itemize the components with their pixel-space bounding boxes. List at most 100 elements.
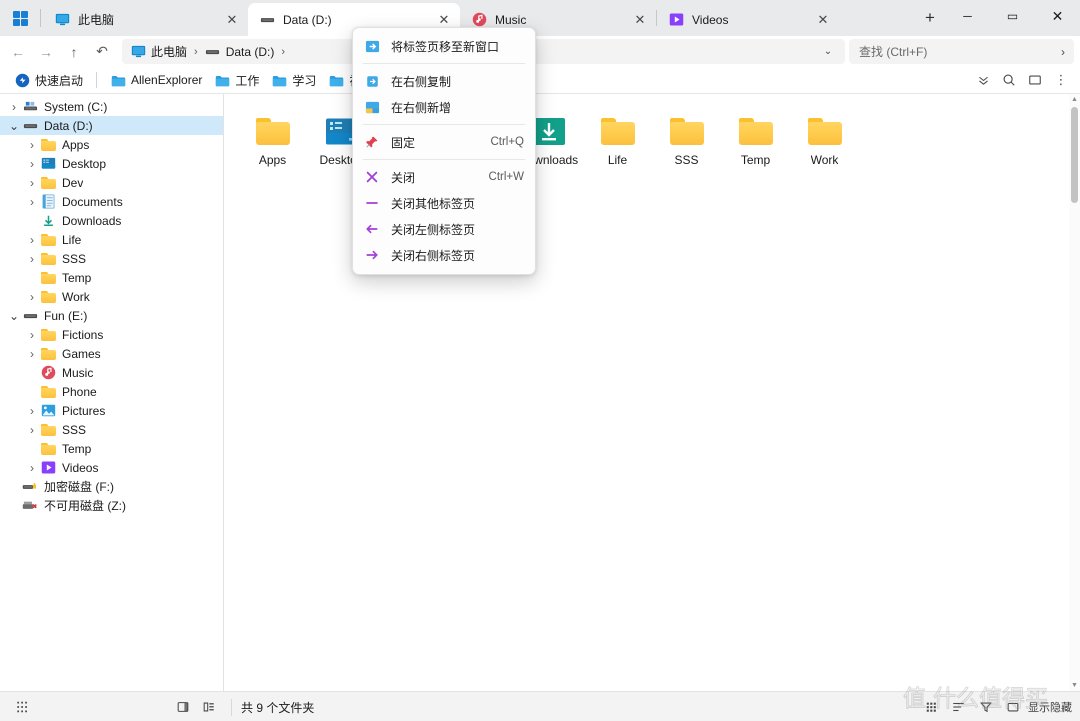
chevron-down-icon[interactable]: ⌄: [815, 40, 841, 64]
sidebar-item-music[interactable]: Music: [0, 363, 223, 382]
sidebar-item-label: Temp: [62, 441, 92, 456]
file-item[interactable]: Temp: [721, 102, 790, 176]
sidebar-item-life[interactable]: › Life: [0, 230, 223, 249]
tab-close-icon[interactable]: ✕: [220, 8, 244, 32]
close-left-icon: [364, 221, 380, 237]
sidebar-item-temp[interactable]: Temp: [0, 439, 223, 458]
search-input[interactable]: 查找 (Ctrl+F) ›: [849, 39, 1074, 64]
sidebar-item-sss[interactable]: › SSS: [0, 420, 223, 439]
refresh-button[interactable]: ↶: [88, 39, 116, 65]
tab-close-icon[interactable]: ✕: [811, 8, 835, 32]
chevron-right-icon[interactable]: ›: [24, 347, 40, 361]
breadcrumb-item[interactable]: Data (D:): [205, 44, 274, 60]
sidebar-item-downloads[interactable]: Downloads: [0, 211, 223, 230]
sidebar-item-documents[interactable]: › Documents: [0, 192, 223, 211]
new-tab-button[interactable]: +: [915, 3, 945, 33]
context-menu-item[interactable]: 固定 Ctrl+Q: [353, 129, 535, 155]
breadcrumb-item[interactable]: 此电脑: [130, 43, 187, 60]
context-menu-item[interactable]: 关闭 Ctrl+W: [353, 164, 535, 190]
quick-launch-button[interactable]: 快速启动: [8, 69, 89, 91]
file-item[interactable]: Life: [583, 102, 652, 176]
filter-icon[interactable]: [972, 696, 999, 718]
favorite-item[interactable]: AllenExplorer: [104, 69, 208, 91]
file-item[interactable]: Work: [790, 102, 859, 176]
layout-icon[interactable]: [999, 696, 1026, 718]
list-view-icon[interactable]: [945, 696, 972, 718]
overflow-chevron-icon[interactable]: [970, 68, 996, 92]
maximize-button[interactable]: ▭: [990, 0, 1035, 32]
sidebar-item-datad[interactable]: ⌄ Data (D:): [0, 116, 223, 135]
context-menu-item[interactable]: 关闭左侧标签页: [353, 216, 535, 242]
chevron-right-icon[interactable]: ›: [24, 290, 40, 304]
back-button[interactable]: ←: [4, 39, 32, 65]
sidebar-item-systemc[interactable]: › System (C:): [0, 97, 223, 116]
context-menu-item[interactable]: 在右侧新增: [353, 94, 535, 120]
sidebar-item-fune[interactable]: ⌄ Fun (E:): [0, 306, 223, 325]
chevron-right-icon[interactable]: ›: [24, 195, 40, 209]
sidebar-item-加密磁盘f[interactable]: 加密磁盘 (F:): [0, 477, 223, 496]
show-hide-label[interactable]: 显示隐藏: [1028, 699, 1072, 715]
chevron-right-icon[interactable]: ›: [24, 138, 40, 152]
scrollbar-thumb[interactable]: [1071, 107, 1078, 203]
compact-view-icon[interactable]: [10, 696, 36, 718]
preview-pane-icon[interactable]: [1022, 68, 1048, 92]
sidebar-item-phone[interactable]: Phone: [0, 382, 223, 401]
sidebar-item-pictures[interactable]: › Pictures: [0, 401, 223, 420]
chevron-right-icon[interactable]: ›: [24, 423, 40, 437]
sidebar-item-games[interactable]: › Games: [0, 344, 223, 363]
chevron-right-icon[interactable]: ›: [6, 100, 22, 114]
close-window-button[interactable]: ✕: [1035, 0, 1080, 32]
chevron-down-icon[interactable]: ⌄: [6, 310, 22, 322]
sidebar-item-videos[interactable]: › Videos: [0, 458, 223, 477]
more-options-icon[interactable]: ⋮: [1048, 68, 1074, 92]
context-menu-item[interactable]: 在右侧复制: [353, 68, 535, 94]
app-menu-button[interactable]: [0, 0, 40, 36]
sidebar-item-fictions[interactable]: › Fictions: [0, 325, 223, 344]
chevron-right-icon[interactable]: ›: [24, 157, 40, 171]
sidebar-item-work[interactable]: › Work: [0, 287, 223, 306]
sidebar-item-dev[interactable]: › Dev: [0, 173, 223, 192]
file-name: Life: [607, 153, 628, 167]
preview-pane-icon[interactable]: [196, 696, 222, 718]
context-menu-item[interactable]: 关闭右侧标签页: [353, 242, 535, 268]
chevron-right-icon[interactable]: ›: [24, 328, 40, 342]
forward-button[interactable]: →: [32, 39, 60, 65]
sidebar-item-icon: [40, 403, 56, 419]
favorite-item[interactable]: 学习: [265, 69, 322, 91]
sidebar-item-desktop[interactable]: › Desktop: [0, 154, 223, 173]
chevron-right-icon[interactable]: ›: [24, 404, 40, 418]
chevron-right-icon[interactable]: ›: [24, 176, 40, 190]
sidebar-item-不可用磁盘z[interactable]: 不可用磁盘 (Z:): [0, 496, 223, 515]
tab-close-icon[interactable]: ✕: [628, 8, 652, 32]
context-menu-item[interactable]: 关闭其他标签页: [353, 190, 535, 216]
sidebar-item-label: System (C:): [44, 99, 108, 114]
scroll-down-icon[interactable]: ▼: [1069, 680, 1080, 691]
tab-videos[interactable]: Videos ✕: [657, 3, 839, 36]
breadcrumb-items: 此电脑 › Data (D:) ›: [130, 43, 292, 60]
file-item[interactable]: Apps: [238, 102, 307, 176]
context-menu-item[interactable]: 将标签页移至新窗口: [353, 33, 535, 59]
file-item[interactable]: SSS: [652, 102, 721, 176]
tab-context-menu[interactable]: 将标签页移至新窗口 在右侧复制 在右侧新增固定 Ctrl+Q 关闭 Ctrl+W 关闭其他标…: [352, 27, 536, 275]
tab-此电脑[interactable]: 此电脑 ✕: [43, 3, 248, 36]
minimize-button[interactable]: ─: [945, 0, 990, 32]
chevron-right-icon[interactable]: ›: [24, 461, 40, 475]
vertical-scrollbar[interactable]: ▲ ▼: [1069, 94, 1080, 691]
search-go-icon[interactable]: ›: [1061, 45, 1068, 59]
sidebar-item-label: 加密磁盘 (F:): [44, 480, 114, 494]
sidebar-item-sss[interactable]: › SSS: [0, 249, 223, 268]
sidebar-item-temp[interactable]: Temp: [0, 268, 223, 287]
sidebar-item-icon: [40, 422, 56, 438]
chevron-down-icon[interactable]: ⌄: [6, 120, 22, 132]
scroll-up-icon[interactable]: ▲: [1069, 94, 1080, 105]
context-menu-label: 关闭: [391, 170, 416, 185]
sidebar-item-apps[interactable]: › Apps: [0, 135, 223, 154]
search-icon[interactable]: [996, 68, 1022, 92]
close-others-icon: [363, 195, 381, 211]
tiles-view-icon[interactable]: [918, 696, 945, 718]
chevron-right-icon[interactable]: ›: [24, 252, 40, 266]
favorite-item[interactable]: 工作: [208, 69, 265, 91]
up-button[interactable]: ↑: [60, 39, 88, 65]
details-pane-icon[interactable]: [170, 696, 196, 718]
chevron-right-icon[interactable]: ›: [24, 233, 40, 247]
